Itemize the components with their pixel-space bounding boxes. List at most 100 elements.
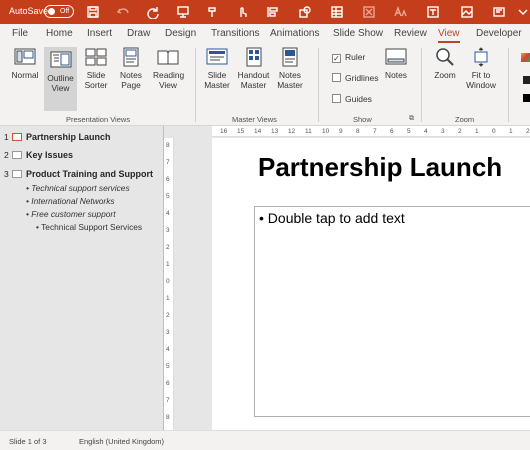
check-icon: ✓ — [332, 54, 341, 63]
autosave-toggle[interactable]: Off — [44, 5, 74, 18]
outline-pane[interactable]: 1 Partnership Launch 2 Key Issues 3 Product… — [0, 126, 163, 430]
handout-master-button[interactable]: Handout Master — [236, 47, 271, 111]
notes-master-icon — [282, 47, 298, 67]
ruler-tick-label: 1 — [166, 295, 170, 302]
outline-view-button[interactable]: Outline View — [44, 47, 77, 111]
normal-view-button[interactable]: Normal — [9, 47, 41, 111]
group-separator — [508, 48, 509, 122]
fit-to-window-button[interactable]: Fit to Window — [465, 47, 497, 107]
ruler-tick-label: 7 — [166, 397, 170, 404]
slide-canvas[interactable]: Partnership Launch • Double tap to add t… — [212, 138, 530, 430]
shapes-icon[interactable] — [294, 0, 316, 24]
bullet-glyph: • — [259, 210, 264, 226]
language-indicator[interactable]: English (United Kingdom) — [79, 437, 164, 446]
normal-view-label: Normal — [11, 70, 39, 80]
ruler-tick-label: 3 — [441, 128, 445, 135]
outline-bullet[interactable]: • International Networks — [26, 196, 115, 206]
slide-canvas-background — [174, 138, 212, 430]
table-icon[interactable] — [326, 0, 348, 24]
slide-thumbnail-icon — [12, 133, 22, 141]
present-from-beginning-icon[interactable] — [172, 0, 194, 24]
slide-count[interactable]: Slide 1 of 3 — [9, 437, 47, 446]
tab-slide-show[interactable]: Slide Show — [333, 28, 383, 39]
ruler-tick-label: 2 — [526, 128, 530, 135]
save-icon[interactable] — [82, 0, 104, 24]
guides-label: Guides — [345, 94, 372, 104]
handout-master-label: Handout Master — [237, 70, 270, 90]
active-tab-indicator — [438, 41, 460, 43]
touch-mode-icon[interactable] — [232, 0, 254, 24]
ruler-label: Ruler — [345, 52, 366, 62]
content-placeholder[interactable]: • Double tap to add text — [254, 206, 530, 417]
slide-sorter-label: Slide Sorter — [84, 70, 108, 90]
ruler-tick-label: 5 — [166, 363, 170, 370]
slide-sorter-icon — [85, 48, 107, 66]
slide-master-button[interactable]: Slide Master — [201, 47, 233, 111]
black-white-icon[interactable] — [523, 94, 530, 102]
tab-draw[interactable]: Draw — [127, 28, 150, 39]
outline-slide-title[interactable]: Product Training and Support — [26, 169, 153, 179]
tab-insert[interactable]: Insert — [87, 28, 112, 39]
notes-icon — [385, 48, 407, 65]
tab-view[interactable]: View — [438, 28, 460, 39]
tab-file[interactable]: File — [12, 28, 28, 39]
ruler-checkbox[interactable]: ✓ Ruler — [332, 52, 365, 63]
outline-slide-title[interactable]: Key Issues — [26, 150, 73, 160]
ruler-tick-label: 7 — [166, 159, 170, 166]
ruler-tick-label: 5 — [166, 193, 170, 200]
redo-icon[interactable] — [142, 0, 164, 24]
outline-slide-1[interactable]: 1 Partnership Launch — [4, 132, 111, 142]
color-icon[interactable] — [521, 53, 530, 62]
outline-bullet[interactable]: • Technical support services — [26, 183, 130, 193]
tab-design[interactable]: Design — [165, 28, 196, 39]
zoom-button[interactable]: Zoom — [431, 47, 459, 107]
outline-slide-3[interactable]: 3 Product Training and Support — [4, 169, 153, 179]
fit-to-window-label: Fit to Window — [466, 70, 496, 90]
ruler-tick-label: 3 — [166, 227, 170, 234]
tab-home[interactable]: Home — [46, 28, 73, 39]
outline-view-icon — [50, 51, 71, 68]
ruler-tick-label: 13 — [271, 128, 279, 135]
ruler-tick-label: 7 — [373, 128, 377, 135]
slide-title[interactable]: Partnership Launch — [258, 152, 502, 183]
undo-icon[interactable] — [112, 0, 134, 24]
delete-icon[interactable] — [358, 0, 380, 24]
slide-thumbnail-icon — [12, 170, 22, 178]
grayscale-icon[interactable] — [523, 76, 530, 84]
tab-review[interactable]: Review — [394, 28, 427, 39]
ruler-tick-label: 9 — [339, 128, 343, 135]
new-slide-icon[interactable] — [488, 0, 510, 24]
master-views-group-label: Master Views — [232, 115, 277, 124]
horizontal-ruler: 16 15 14 13 12 11 10 9 8 7 6 5 4 3 2 1 0 1 2 — [212, 126, 530, 137]
notes-page-icon — [123, 47, 139, 67]
ruler-tick-label: 2 — [166, 244, 170, 251]
outline-subbullet[interactable]: • Technical Support Services — [36, 222, 142, 232]
gridlines-checkbox[interactable]: Gridlines — [332, 73, 379, 83]
slide-sorter-button[interactable]: Slide Sorter — [81, 47, 111, 111]
text-box-icon[interactable] — [422, 0, 444, 24]
notes-button[interactable]: Notes — [382, 47, 410, 97]
gridlines-label: Gridlines — [345, 73, 379, 83]
outline-slide-2[interactable]: 2 Key Issues — [4, 150, 73, 160]
reading-view-button[interactable]: Reading View — [151, 47, 185, 111]
tab-transitions[interactable]: Transitions — [211, 28, 260, 39]
tab-developer[interactable]: Developer — [476, 28, 522, 39]
ruler-tick-label: 11 — [305, 128, 312, 135]
outline-slide-title[interactable]: Partnership Launch — [26, 132, 111, 142]
notes-master-button[interactable]: Notes Master — [274, 47, 306, 111]
outline-bullet[interactable]: • Free customer support — [26, 209, 116, 219]
zoom-group-label: Zoom — [455, 115, 475, 124]
tab-animations[interactable]: Animations — [270, 28, 319, 39]
more-commands-icon[interactable] — [512, 0, 530, 24]
ruler-tick-label: 0 — [492, 128, 496, 135]
picture-icon[interactable] — [456, 0, 478, 24]
font-size-icon[interactable] — [390, 0, 412, 24]
dialog-launcher-icon[interactable]: ⧉ — [409, 115, 414, 123]
format-painter-icon[interactable] — [202, 0, 224, 24]
group-separator — [421, 48, 422, 122]
ruler-tick-label: 4 — [166, 346, 170, 353]
notes-page-button[interactable]: Notes Page — [115, 47, 147, 111]
ruler-tick-label: 1 — [475, 128, 479, 135]
guides-checkbox[interactable]: Guides — [332, 94, 372, 104]
align-icon[interactable] — [262, 0, 284, 24]
